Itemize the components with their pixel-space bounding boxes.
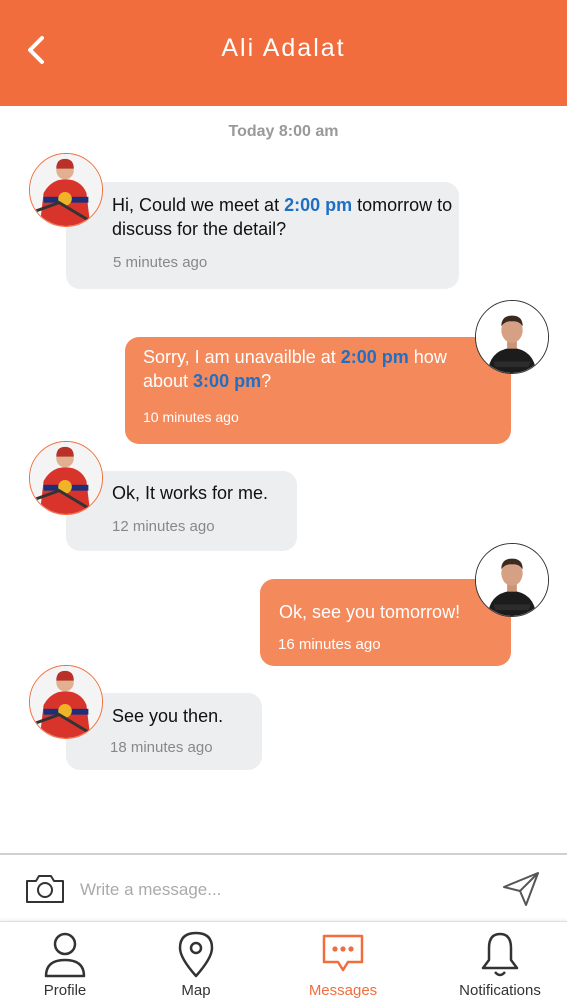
bottom-tab-bar: Profile Map Messages Notifications	[0, 921, 567, 1007]
hockey-player-avatar-icon	[30, 666, 102, 738]
tab-label: Messages	[308, 982, 378, 999]
avatar[interactable]	[475, 543, 549, 617]
bell-icon	[481, 932, 519, 977]
message-timestamp: 10 minutes ago	[143, 409, 239, 425]
user-avatar-icon	[476, 301, 548, 373]
message-timestamp: 18 minutes ago	[110, 739, 213, 756]
message-bubble-outgoing[interactable]: Ok, see you tomorrow! 16 minutes ago	[260, 579, 511, 666]
time-highlight: 3:00 pm	[193, 371, 262, 391]
message-text: Sorry, I am unavailble at 2:00 pm how ab…	[143, 347, 447, 391]
tab-label: Profile	[43, 982, 87, 999]
message-bubble-incoming[interactable]: Hi, Could we meet at 2:00 pm tomorrow to…	[66, 182, 459, 289]
tab-profile[interactable]: Profile	[0, 922, 135, 1007]
send-button[interactable]	[500, 869, 542, 909]
send-icon	[503, 872, 539, 906]
avatar[interactable]	[29, 665, 103, 739]
camera-button[interactable]	[24, 873, 66, 905]
person-icon	[44, 932, 86, 978]
date-separator: Today 8:00 am	[228, 123, 339, 140]
avatar[interactable]	[29, 153, 103, 227]
camera-icon	[26, 875, 64, 903]
page-title: Ali Adalat	[221, 34, 346, 62]
avatar[interactable]	[475, 300, 549, 374]
tab-messages[interactable]: Messages	[273, 922, 413, 1007]
message-timestamp: 12 minutes ago	[112, 518, 215, 535]
avatar[interactable]	[29, 441, 103, 515]
message-composer	[0, 853, 567, 921]
message-timestamp: 16 minutes ago	[278, 636, 381, 653]
user-avatar-icon	[476, 544, 548, 616]
tab-label: Map	[181, 982, 211, 999]
chat-bubble-icon	[322, 934, 364, 972]
hockey-player-avatar-icon	[30, 442, 102, 514]
time-highlight: 2:00 pm	[340, 347, 409, 367]
message-text: Ok, see you tomorrow!	[279, 602, 461, 622]
message-text: Hi, Could we meet at 2:00 pm tomorrow to…	[112, 195, 453, 239]
message-timestamp: 5 minutes ago	[113, 254, 208, 271]
map-pin-icon	[178, 931, 214, 978]
tab-notifications[interactable]: Notifications	[430, 922, 567, 1007]
message-text: Ok, It works for me.	[112, 483, 269, 503]
time-highlight: 2:00 pm	[284, 195, 353, 215]
hockey-player-avatar-icon	[30, 154, 102, 226]
tab-label: Notifications	[459, 982, 541, 999]
message-input[interactable]	[80, 875, 460, 905]
message-text: See you then.	[112, 706, 224, 726]
tab-map[interactable]: Map	[126, 922, 266, 1007]
message-bubble-outgoing[interactable]: Sorry, I am unavailble at 2:00 pm how ab…	[125, 337, 511, 444]
chat-header: Ali Adalat	[0, 0, 567, 106]
